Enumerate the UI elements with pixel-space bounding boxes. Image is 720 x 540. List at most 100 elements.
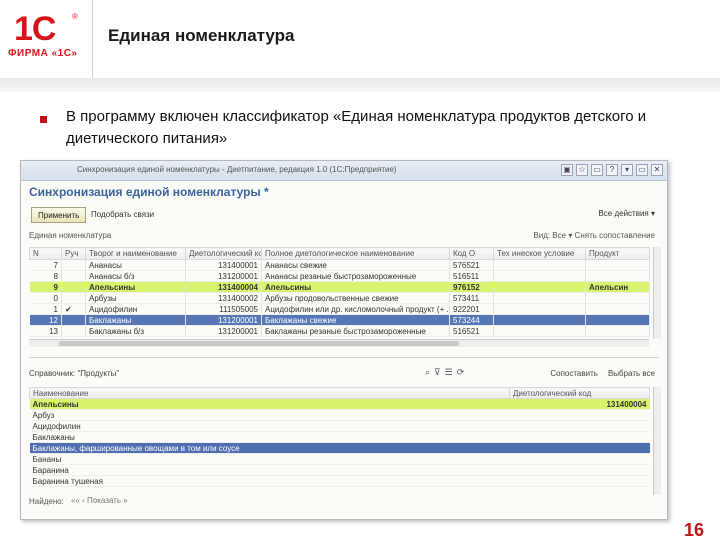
slide-title: Единая номенклатура [108, 26, 295, 45]
column-header[interactable]: N [29, 247, 62, 260]
table-cell [493, 325, 586, 337]
table-row-selected[interactable]: 12 Баклажаны 131200001 Баклажаны свежие … [29, 314, 650, 326]
table-cell: Апельсин [585, 281, 650, 293]
list-item[interactable]: Бананы [29, 453, 650, 465]
list-item[interactable]: Ацидофилин [29, 420, 650, 432]
table-cell: Баранина [29, 464, 510, 476]
filter-row: Единая номенклатура Вид: Все ▾ Снять соп… [29, 229, 659, 243]
minimize-icon[interactable]: ▾ [621, 164, 633, 176]
filter-icon[interactable]: ⊽ [434, 367, 441, 378]
table-cell: Арбузы продовольственные свежие [261, 292, 450, 304]
table-cell: Баклажаны [29, 431, 510, 443]
search-icon[interactable]: ⌕ [425, 367, 430, 378]
favorite-icon[interactable]: ☆ [576, 164, 588, 176]
table-cell [585, 303, 650, 315]
column-header[interactable]: Наименование [29, 387, 510, 399]
reference-label: Справочник: "Продукты" [29, 369, 120, 378]
table-cell: 131400004 [185, 281, 262, 293]
table-cell: Апельсины [261, 281, 450, 293]
page-number: 16 [683, 520, 704, 540]
list-item[interactable]: Баранина тушеная [29, 475, 650, 487]
table-row[interactable]: 7 Ананасы 131400001 Ананасы свежие 57652… [29, 259, 650, 271]
match-button[interactable]: Сопоставить [550, 369, 598, 378]
column-header[interactable]: Диетологический код [185, 247, 262, 260]
table-row[interactable]: 8 Ананасы б/з 131200001 Ананасы резаные … [29, 270, 650, 282]
table-row[interactable]: 1 ✔ Ацидофилин 111505005 Ацидофилин или … [29, 303, 650, 315]
table-cell [61, 281, 86, 293]
view-filter[interactable]: Вид: Все ▾ Снять сопоставление [533, 231, 655, 240]
column-header[interactable]: Продукт [585, 247, 650, 260]
sync-table: N Руч Творог и наименование Диетологичес… [29, 247, 650, 337]
toolbar: Применить Подобрать связи Все действия ▾ [29, 205, 659, 225]
table-cell: Ананасы свежие [261, 259, 450, 271]
table-cell: 111505005 [185, 303, 262, 315]
table-cell: 131200001 [185, 314, 262, 326]
select-all-button[interactable]: Выбрать все [608, 369, 655, 378]
column-header[interactable]: Творог и наименование [85, 247, 186, 260]
table-cell: 573411 [449, 292, 494, 304]
list-item-selected[interactable]: Баклажаны, фаршированные овощами в том и… [29, 442, 650, 454]
bullet-icon [40, 116, 47, 123]
window-icon-1[interactable]: ▣ [561, 164, 573, 176]
table-cell: 131200001 [185, 270, 262, 282]
manual-check-icon[interactable]: ✔ [61, 303, 86, 315]
table-cell [585, 314, 650, 326]
logo-caption: ФИРМА «1С» [8, 48, 78, 59]
table-row-highlighted[interactable]: 9 Апельсины 131400004 Апельсины 976152 А… [29, 281, 650, 293]
list-icon[interactable]: ☰ [445, 367, 453, 378]
apply-button[interactable]: Применить [31, 207, 87, 223]
table-cell: 8 [29, 270, 62, 282]
column-header[interactable]: Тех инеское условие [493, 247, 586, 260]
column-header[interactable]: Код О [449, 247, 494, 260]
table-cell: Баклажаны б/з [85, 325, 186, 337]
table-cell [509, 420, 650, 432]
table-cell: 12 [29, 314, 62, 326]
list-item[interactable]: Арбуз [29, 409, 650, 421]
table-cell: Баклажаны [85, 314, 186, 326]
maximize-icon[interactable]: ▭ [636, 164, 648, 176]
app-window: Синхронизация единой номенклатуры - Диет… [20, 160, 668, 520]
table-cell [585, 325, 650, 337]
close-icon[interactable]: ✕ [651, 164, 663, 176]
table-cell: 0 [29, 292, 62, 304]
list-item[interactable]: Баранина [29, 464, 650, 476]
table-cell [509, 431, 650, 443]
table-cell: Баранина тушеная [29, 475, 510, 487]
list-item-highlighted[interactable]: Апельсины 131400004 [29, 398, 650, 410]
table-row[interactable]: 0 Арбузы 131400002 Арбузы продовольствен… [29, 292, 650, 304]
vertical-scrollbar[interactable] [653, 247, 661, 339]
all-actions-menu[interactable]: Все действия ▾ [598, 209, 655, 218]
help-icon[interactable]: ? [606, 164, 618, 176]
table-cell [493, 259, 586, 271]
window-titlebar: Синхронизация единой номенклатуры - Диет… [21, 161, 667, 181]
table-cell [493, 281, 586, 293]
table-cell [493, 314, 586, 326]
found-label: Найдено: [29, 497, 64, 506]
window-title: Синхронизация единой номенклатуры - Диет… [77, 165, 397, 174]
refresh-icon[interactable]: ⟳ [457, 367, 465, 378]
table-header: Наименование Диетологический код [29, 387, 650, 399]
vertical-scrollbar[interactable] [653, 387, 661, 495]
window-icon-3[interactable]: ▭ [591, 164, 603, 176]
table-cell: Баклажаны, фаршированные овощами в том и… [29, 442, 510, 454]
column-header[interactable]: Полное диетологическое наименование [261, 247, 450, 260]
logo-registered: ® [72, 12, 78, 21]
table-cell: Ананасы б/з [85, 270, 186, 282]
match-links-button[interactable]: Подобрать связи [91, 210, 154, 219]
table-cell: Бананы [29, 453, 510, 465]
search-navigation[interactable]: «« ‹ Показать » [71, 496, 128, 505]
table-cell: 922201 [449, 303, 494, 315]
title-band [0, 78, 720, 92]
table-cell [585, 292, 650, 304]
horizontal-scrollbar[interactable] [29, 339, 649, 347]
table-cell [61, 325, 86, 337]
column-header[interactable]: Руч [61, 247, 86, 260]
table-cell [61, 270, 86, 282]
table-cell [493, 303, 586, 315]
reference-toolbar: Справочник: "Продукты" ⌕ ⊽ ☰ ⟳ Сопостави… [29, 367, 659, 381]
column-header[interactable]: Диетологический код [509, 387, 650, 399]
scroll-thumb[interactable] [59, 341, 459, 346]
table-row[interactable]: 13 Баклажаны б/з 131200001 Баклажаны рез… [29, 325, 650, 337]
list-item[interactable]: Баклажаны [29, 431, 650, 443]
window-controls: ▣ ☆ ▭ ? ▾ ▭ ✕ [561, 164, 663, 176]
